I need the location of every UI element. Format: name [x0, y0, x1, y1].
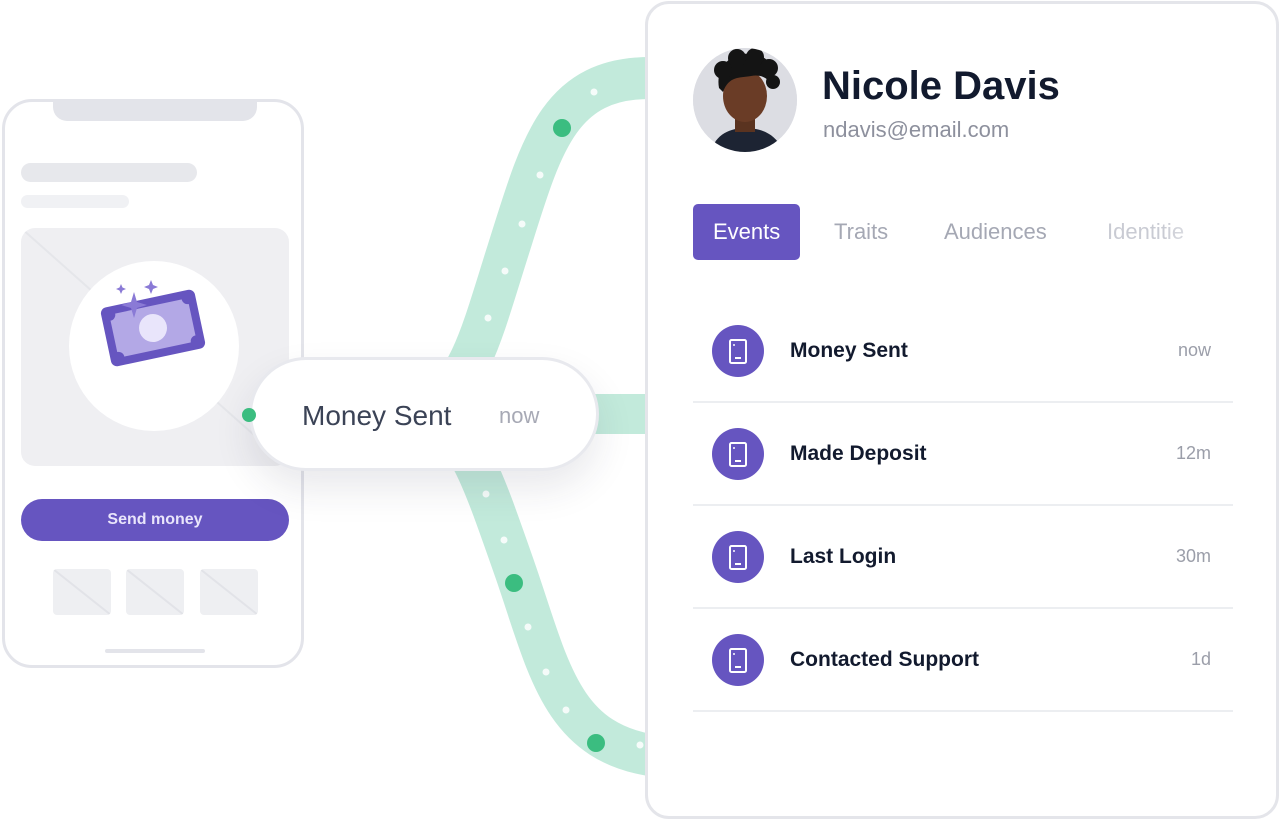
profile-tabs: Events Traits Audiences Identitie: [693, 204, 1253, 260]
hero-image-placeholder: [21, 228, 289, 466]
mobile-device-icon: [712, 634, 764, 686]
profile-card: Nicole Davis ndavis@email.com Events Tra…: [645, 1, 1279, 819]
event-pill: Money Sent now: [242, 357, 599, 471]
profile-email: ndavis@email.com: [823, 117, 1010, 142]
event-row[interactable]: Money Sent now: [693, 300, 1233, 403]
flow-node-3: [587, 734, 605, 752]
tab-audiences[interactable]: Audiences: [944, 204, 1047, 260]
mobile-device-icon: [712, 325, 764, 377]
money-bill-sparkle-icon: [100, 280, 206, 367]
mobile-device-icon: [712, 531, 764, 583]
tab-events[interactable]: Events: [693, 204, 801, 260]
event-time: 1d: [1190, 649, 1211, 669]
flow-node-1: [553, 119, 571, 137]
flow-node-2: [505, 574, 523, 592]
event-name: Money Sent: [790, 339, 908, 362]
event-row[interactable]: Last Login 30m: [693, 506, 1233, 609]
event-row[interactable]: Contacted Support 1d: [693, 609, 1233, 712]
tab-traits[interactable]: Traits: [834, 204, 888, 260]
thumbnail-placeholder: [53, 569, 111, 615]
phone-notch: [53, 102, 257, 121]
profile-name: Nicole Davis: [822, 64, 1060, 108]
event-row[interactable]: Made Deposit 12m: [693, 403, 1233, 506]
event-time: 30m: [1175, 546, 1211, 566]
thumbnail-placeholder: [200, 569, 258, 615]
event-name: Contacted Support: [790, 648, 979, 671]
event-pill-name: Money Sent: [302, 400, 452, 431]
skeleton-line: [21, 163, 197, 182]
event-pill-dot: [242, 408, 256, 422]
send-money-button[interactable]: Send money: [21, 499, 289, 541]
event-time: 12m: [1175, 443, 1211, 463]
user-avatar: [693, 48, 797, 152]
mobile-device-icon: [712, 428, 764, 480]
event-name: Made Deposit: [790, 442, 927, 465]
event-pill-time: now: [499, 403, 540, 428]
event-name: Last Login: [790, 545, 897, 568]
skeleton-line: [21, 195, 129, 208]
thumbnail-placeholder: [126, 569, 184, 615]
home-indicator: [105, 649, 205, 653]
tabs-overflow-fade: [1163, 204, 1253, 260]
event-time: now: [1177, 340, 1211, 360]
